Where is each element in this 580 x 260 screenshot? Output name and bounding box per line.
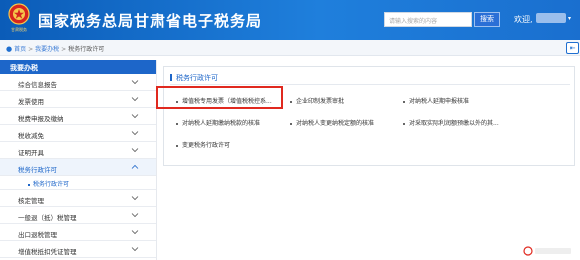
breadcrumb-bar: ● 首页 > 我要办税 > 税务行政许可 — [0, 40, 580, 56]
breadcrumb-separator: > — [28, 46, 34, 53]
sidebar-item-label: 税费申报及缴纳 — [18, 115, 64, 123]
chevron-down-icon — [131, 213, 139, 218]
link-label: 变更税务行政许可 — [182, 142, 231, 149]
chevron-down-icon — [131, 247, 139, 252]
link-invoice-printing[interactable]: 企业印制发票审批 — [290, 96, 344, 105]
sidebar-item-label: 一般退（抵）税管理 — [18, 214, 77, 222]
link-label: 企业印制发票审批 — [296, 98, 345, 105]
breadcrumb-home[interactable]: 首页 — [14, 46, 26, 53]
sidebar-item-label: 综合信息报告 — [18, 81, 57, 89]
bullet-icon — [403, 100, 405, 103]
highlight-box — [156, 86, 283, 109]
location-pin-icon: ● — [6, 45, 13, 53]
chevron-down-icon — [131, 114, 139, 119]
sidebar-item-invoice[interactable]: 发票使用 — [0, 91, 156, 108]
watermark-logo-icon — [523, 246, 571, 256]
bullet-icon — [28, 183, 30, 186]
sidebar-item-admin-license[interactable]: 税务行政许可 — [0, 159, 156, 176]
link-label: 对纳税人变更纳税定额的核准 — [296, 120, 375, 127]
emblem-text: 甘肃税务 — [11, 26, 27, 32]
link-label: 对纳税人延期缴纳税款的核准 — [182, 120, 261, 127]
title-marker — [170, 74, 172, 81]
link-label: 对采取实际利润额预缴以外的其... — [409, 120, 499, 127]
chevron-down-icon — [131, 80, 139, 85]
chevron-down-icon — [131, 230, 139, 235]
sidebar-item-label: 核定管理 — [18, 197, 44, 205]
top-header: 甘肃税务 国家税务总局甘肃省电子税务局 请输入搜索的内容 搜索 欢迎, ▾ — [0, 0, 580, 40]
sidebar-item-tax-filing[interactable]: 税费申报及缴纳 — [0, 108, 156, 125]
sidebar-subitem-admin-license[interactable]: 税务行政许可 — [0, 176, 156, 190]
search-button[interactable]: 搜索 — [474, 12, 500, 27]
chevron-down-icon — [131, 131, 139, 136]
panel-title: 税务行政许可 — [170, 73, 218, 83]
chevron-down-icon — [131, 148, 139, 153]
link-label: 对纳税人延期申报核准 — [409, 98, 470, 105]
sidebar: 我要办税 综合信息报告 发票使用 税费申报及缴纳 税收减免 证明开具 税务行政许… — [0, 60, 157, 260]
link-prepayment-method[interactable]: 对采取实际利润额预缴以外的其... — [403, 118, 499, 127]
bullet-icon — [290, 100, 292, 103]
sidebar-item-label: 税收减免 — [18, 132, 44, 140]
sidebar-item-refund[interactable]: 一般退（抵）税管理 — [0, 207, 156, 224]
exit-icon[interactable]: ⇤ — [566, 42, 579, 54]
breadcrumb-current: 税务行政许可 — [68, 46, 105, 53]
license-panel: 税务行政许可 增值税专用发票（增值税税控系... 企业印制发票审批 对纳税人延期… — [163, 66, 575, 166]
sidebar-subitem-label: 税务行政许可 — [33, 181, 70, 188]
link-delayed-payment[interactable]: 对纳税人延期缴纳税款的核准 — [176, 118, 260, 127]
panel-title-text: 税务行政许可 — [176, 74, 218, 82]
sidebar-item-label: 增值税抵扣凭证管理 — [18, 248, 77, 256]
chevron-down-icon — [131, 196, 139, 201]
divider — [170, 84, 570, 85]
breadcrumb: ● 首页 > 我要办税 > 税务行政许可 — [6, 44, 104, 53]
breadcrumb-separator: > — [61, 46, 67, 53]
bullet-icon — [403, 122, 405, 125]
bullet-icon — [290, 122, 292, 125]
sidebar-item-label: 出口退税管理 — [18, 231, 57, 239]
breadcrumb-tax[interactable]: 我要办税 — [35, 46, 59, 53]
link-change-license[interactable]: 变更税务行政许可 — [176, 140, 230, 149]
welcome-text: 欢迎, — [514, 15, 533, 24]
site-title: 国家税务总局甘肃省电子税务局 — [38, 12, 263, 30]
search-input[interactable]: 请输入搜索的内容 — [384, 12, 472, 27]
link-delayed-filing[interactable]: 对纳税人延期申报核准 — [403, 96, 469, 105]
sidebar-item-vat-voucher[interactable]: 增值税抵扣凭证管理 — [0, 241, 156, 258]
sidebar-item-label: 税务行政许可 — [18, 166, 57, 174]
chevron-down-icon[interactable]: ▾ — [568, 15, 571, 22]
chevron-down-icon — [131, 97, 139, 102]
sidebar-item-export-refund[interactable]: 出口退税管理 — [0, 224, 156, 241]
sidebar-item-assessment[interactable]: 核定管理 — [0, 190, 156, 207]
user-name-redacted[interactable] — [536, 13, 566, 23]
sidebar-heading: 我要办税 — [0, 60, 156, 74]
bullet-icon — [176, 144, 178, 147]
sidebar-item-label: 发票使用 — [18, 98, 44, 106]
chevron-up-icon — [131, 164, 139, 169]
sidebar-item-tax-relief[interactable]: 税收减免 — [0, 125, 156, 142]
link-quota-change[interactable]: 对纳税人变更纳税定额的核准 — [290, 118, 374, 127]
sidebar-item-certificate[interactable]: 证明开具 — [0, 142, 156, 159]
tax-emblem-icon: 甘肃税务 — [8, 3, 30, 32]
sidebar-item-label: 证明开具 — [18, 149, 44, 157]
bullet-icon — [176, 122, 178, 125]
sidebar-item-info-report[interactable]: 综合信息报告 — [0, 74, 156, 91]
